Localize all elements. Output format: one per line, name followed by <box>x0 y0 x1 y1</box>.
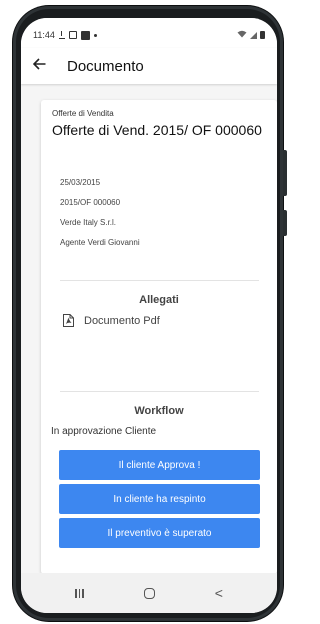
recents-icon[interactable] <box>75 588 84 598</box>
download-icon <box>58 31 65 39</box>
document-type: Offerte di Vendita <box>52 109 114 118</box>
document-card: Offerte di Vendita Offerte di Vend. 2015… <box>41 100 277 574</box>
dot-icon <box>93 33 97 37</box>
page-title: Documento <box>67 57 144 75</box>
quote-superseded-button[interactable]: Il preventivo è superato <box>59 518 260 548</box>
status-right <box>237 30 265 40</box>
attachments-title: Allegati <box>139 294 179 306</box>
document-date: 25/03/2015 <box>60 178 101 187</box>
screen: 11:44 Documento Offerte di Vendita Offer… <box>21 18 277 613</box>
app-bar: Documento <box>21 48 277 84</box>
signal-icon <box>250 31 257 39</box>
app-f-icon <box>80 30 90 40</box>
wifi-icon <box>237 30 247 40</box>
divider <box>60 391 259 392</box>
battery-icon <box>260 31 265 39</box>
system-nav-bar: < <box>21 573 277 613</box>
document-agent: Agente Verdi Giovanni <box>60 238 140 247</box>
client-rejected-button[interactable]: In cliente ha respinto <box>59 484 260 514</box>
attachment-label: Documento Pdf <box>84 314 160 327</box>
status-time: 11:44 <box>33 30 55 40</box>
power-button <box>283 210 287 236</box>
home-icon[interactable] <box>143 587 155 599</box>
status-bar: 11:44 <box>21 18 277 48</box>
volume-button <box>283 150 287 196</box>
pdf-icon <box>63 314 74 327</box>
status-left: 11:44 <box>33 30 97 40</box>
attachment-item[interactable]: Documento Pdf <box>63 314 160 327</box>
chevron-left-icon[interactable]: < <box>215 586 223 600</box>
document-title: Offerte di Vend. 2015/ OF 000060 <box>52 122 262 138</box>
document-client: Verde Italy S.r.l. <box>60 218 117 227</box>
workflow-title: Workflow <box>134 405 184 417</box>
document-number: 2015/OF 000060 <box>60 198 121 207</box>
image-icon <box>68 31 77 39</box>
divider <box>60 280 259 281</box>
workflow-status: In approvazione Cliente <box>51 426 157 437</box>
arrow-left-icon[interactable] <box>32 58 51 74</box>
client-approves-button[interactable]: Il cliente Approva ! <box>59 450 260 480</box>
